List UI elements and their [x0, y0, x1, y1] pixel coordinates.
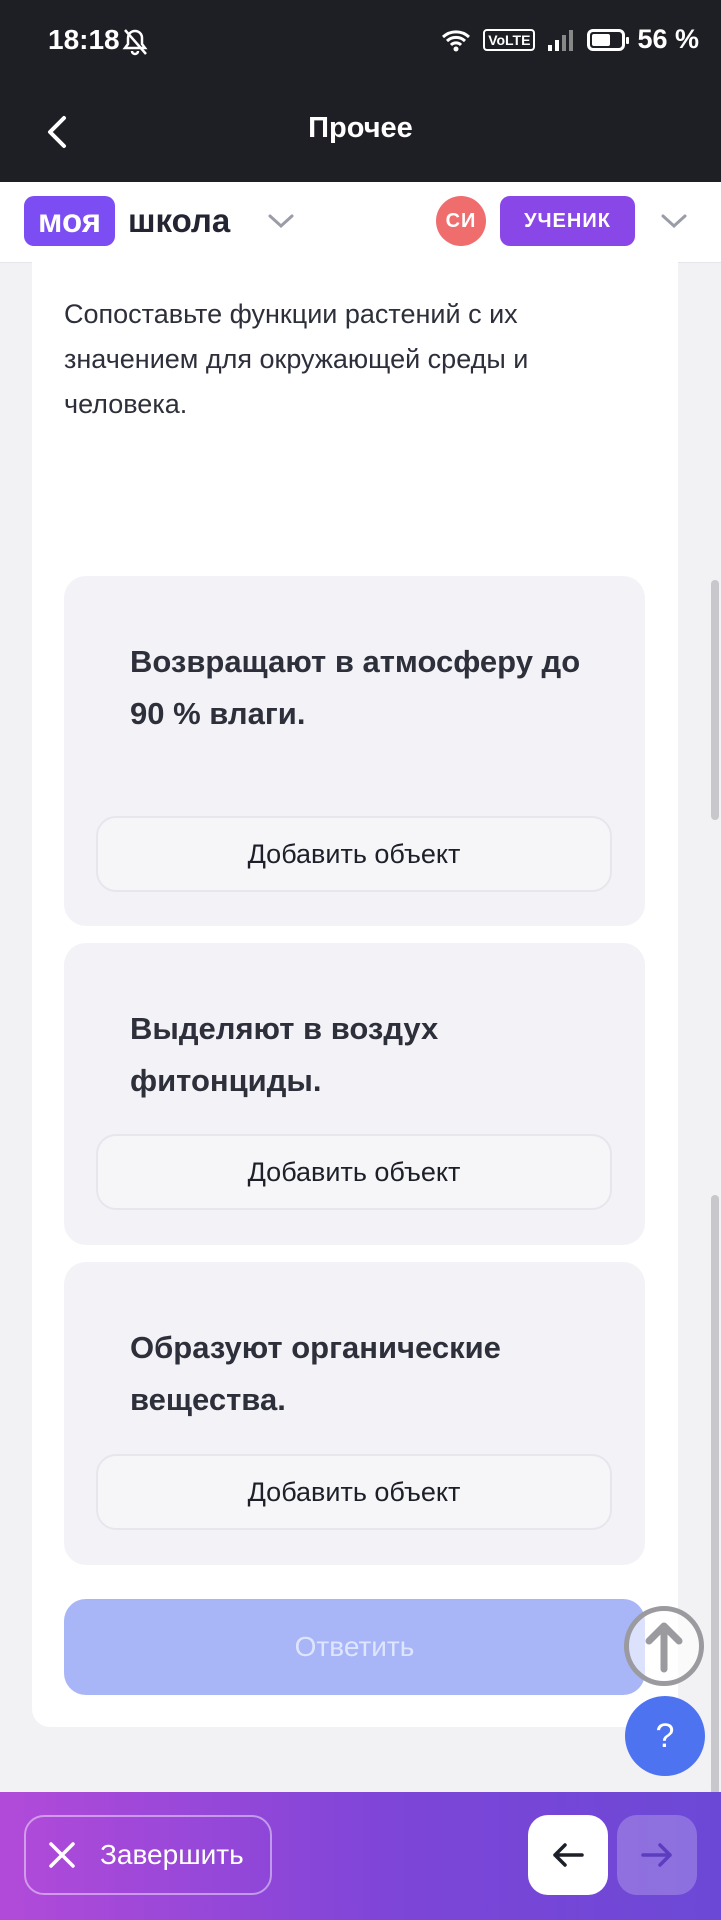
arrow-right-icon	[641, 1843, 672, 1867]
close-icon	[49, 1842, 75, 1868]
next-button[interactable]	[617, 1815, 697, 1895]
answer-button[interactable]: Ответить	[64, 1599, 645, 1695]
logo-shkola[interactable]: школа	[128, 196, 230, 246]
match-target: Возвращают в атмосферу до 90 % влаги. До…	[64, 576, 645, 926]
scroll-up-button[interactable]	[624, 1606, 704, 1686]
task-prompt: Сопоставьте функции растений с их значен…	[64, 299, 529, 419]
help-button[interactable]: ?	[625, 1696, 705, 1776]
site-header: моя школа СИ УЧЕНИК	[0, 182, 721, 263]
bottom-bar: Завершить	[0, 1792, 721, 1920]
avatar[interactable]: СИ	[436, 196, 486, 246]
add-object-button[interactable]: Добавить объект	[96, 1454, 612, 1530]
arrow-left-icon	[553, 1843, 584, 1867]
wifi-icon	[442, 29, 471, 51]
finish-button[interactable]: Завершить	[24, 1815, 272, 1895]
battery-percent: 56 %	[637, 24, 699, 54]
bell-muted-icon	[122, 29, 148, 56]
status-bar: 18:18 VoLTE 56 %	[0, 0, 721, 84]
chevron-down-icon[interactable]	[266, 210, 296, 232]
scrollbar-thumb[interactable]	[711, 580, 719, 820]
add-object-button[interactable]: Добавить объект	[96, 1134, 612, 1210]
previous-button[interactable]	[528, 1815, 608, 1895]
cut-off-text	[64, 262, 434, 268]
add-object-button[interactable]: Добавить объект	[96, 816, 612, 892]
match-target: Выделяют в воздух фитонциды. Добавить об…	[64, 943, 645, 1245]
match-label: Образуют органические вещества.	[130, 1330, 501, 1417]
match-target: Образуют органические вещества. Добавить…	[64, 1262, 645, 1565]
battery-icon	[587, 28, 630, 51]
match-label: Возвращают в атмосферу до 90 % влаги.	[130, 644, 581, 731]
arrow-up-icon	[645, 1622, 683, 1673]
page-title: Прочее	[308, 112, 413, 144]
status-time: 18:18	[48, 24, 120, 55]
logo-moya[interactable]: моя	[24, 196, 115, 246]
signal-icon	[548, 29, 574, 51]
volte-badge: VoLTE	[483, 28, 536, 51]
chevron-down-icon[interactable]	[659, 210, 689, 232]
scrollbar-thumb[interactable]	[711, 1195, 719, 1795]
finish-label: Завершить	[100, 1839, 244, 1870]
app-bar: Прочее	[0, 84, 721, 182]
role-badge[interactable]: УЧЕНИК	[500, 196, 635, 246]
match-label: Выделяют в воздух фитонциды.	[130, 1011, 439, 1098]
